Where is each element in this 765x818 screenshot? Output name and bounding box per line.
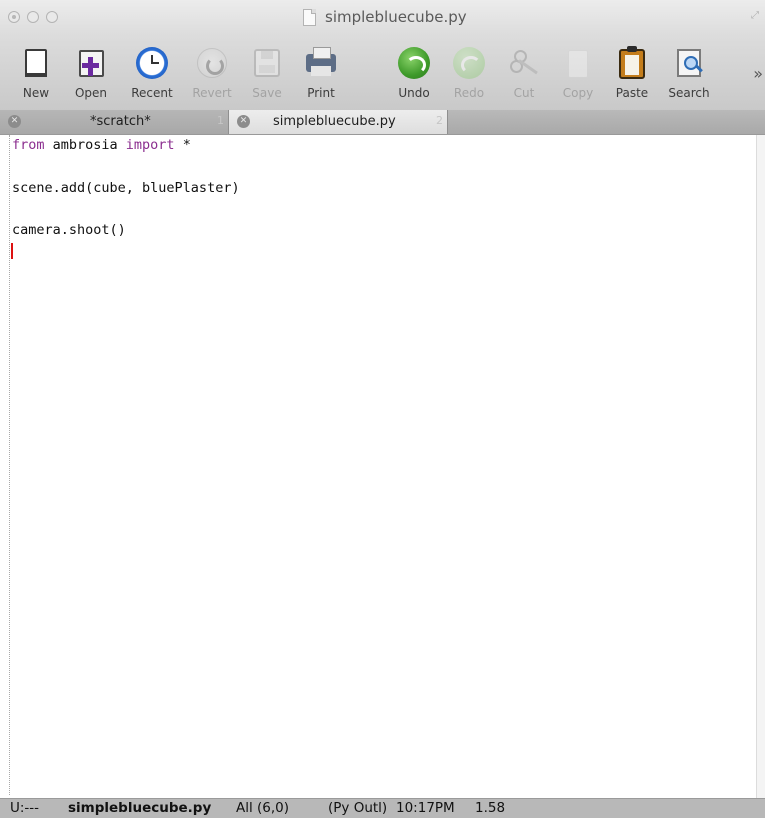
tab-label: *scratch* (90, 114, 151, 129)
paste-label: Paste (615, 86, 649, 100)
code-text: ambrosia (44, 137, 126, 153)
fringe (9, 135, 10, 795)
clipboard-icon (614, 46, 650, 82)
revert-label: Revert (192, 86, 232, 100)
open-document-icon (73, 46, 109, 82)
printer-icon (303, 46, 339, 82)
undo-label: Undo (398, 86, 430, 100)
buffer-state: U:--- (10, 800, 40, 816)
code-line-3[interactable]: scene.add(cube, bluePlaster) (12, 180, 240, 196)
redo-button[interactable]: Redo (443, 40, 495, 106)
load-average: 1.58 (475, 800, 506, 816)
window-title-area: simplebluecube.py (0, 0, 765, 36)
code-text: camera.shoot() (12, 222, 126, 238)
copy-label: Copy (562, 86, 594, 100)
redo-icon (451, 46, 487, 82)
search-button[interactable]: Search (663, 40, 715, 106)
print-label: Print (307, 86, 335, 100)
code-line-5[interactable]: camera.shoot() (12, 222, 126, 238)
tab-label: simplebluecube.py (273, 114, 396, 129)
toolbar: New Open Recent Revert Save Print Undo R… (0, 36, 765, 110)
open-label: Open (74, 86, 108, 100)
copy-button[interactable]: Copy (552, 40, 604, 106)
toolbar-overflow-button[interactable]: » (753, 64, 763, 83)
save-button[interactable]: Save (241, 40, 293, 106)
document-proxy-icon[interactable] (303, 9, 316, 26)
window-title: simplebluecube.py (325, 8, 467, 26)
recent-button[interactable]: Recent (126, 40, 178, 106)
buffer-name[interactable]: simplebluecube.py (68, 800, 211, 816)
save-icon (249, 46, 285, 82)
tab-close-icon[interactable]: ✕ (237, 115, 250, 128)
major-mode[interactable]: (Py Outl) (328, 800, 387, 816)
tab-scratch[interactable]: ✕ *scratch* 1 (0, 110, 228, 134)
cursor-position: All (6,0) (236, 800, 290, 816)
clock-time: 10:17PM (396, 800, 455, 816)
search-label: Search (668, 86, 710, 100)
title-bar: simplebluecube.py ⤢ (0, 0, 765, 36)
paste-button[interactable]: Paste (606, 40, 658, 106)
revert-button[interactable]: Revert (186, 40, 238, 106)
recent-label: Recent (131, 86, 173, 100)
save-label: Save (252, 86, 282, 100)
mode-line: U:--- simplebluecube.py All (6,0) (Py Ou… (0, 798, 765, 818)
magnifier-icon (671, 46, 707, 82)
redo-label: Redo (453, 86, 485, 100)
tab-simplebluecube[interactable]: ✕ simplebluecube.py 2 (228, 110, 448, 134)
code-line-1[interactable]: from ambrosia import * (12, 137, 191, 153)
code-text: scene.add(cube, bluePlaster) (12, 180, 240, 196)
new-document-icon (18, 46, 54, 82)
revert-icon (194, 46, 230, 82)
copy-icon (560, 46, 596, 82)
keyword: from (12, 137, 45, 153)
keyword: import (125, 137, 175, 153)
undo-icon (396, 46, 432, 82)
clock-icon (134, 46, 170, 82)
undo-button[interactable]: Undo (388, 40, 440, 106)
open-button[interactable]: Open (65, 40, 117, 106)
code-editor[interactable]: from ambrosia import * scene.add(cube, b… (0, 135, 765, 798)
text-cursor (11, 243, 13, 259)
scissors-icon (506, 46, 542, 82)
fullscreen-icon[interactable]: ⤢ (751, 10, 759, 21)
new-button[interactable]: New (10, 40, 62, 106)
tab-bar: ✕ *scratch* 1 ✕ simplebluecube.py 2 (0, 110, 765, 135)
vertical-scrollbar[interactable] (756, 135, 765, 798)
code-text: * (174, 137, 191, 153)
tab-number: 1 (217, 114, 224, 127)
tab-close-icon[interactable]: ✕ (8, 115, 21, 128)
cut-button[interactable]: Cut (498, 40, 550, 106)
cut-label: Cut (513, 86, 535, 100)
tab-number: 2 (436, 114, 443, 127)
new-label: New (22, 86, 50, 100)
print-button[interactable]: Print (295, 40, 347, 106)
emacs-window: simplebluecube.py ⤢ New Open Recent Reve… (0, 0, 765, 818)
